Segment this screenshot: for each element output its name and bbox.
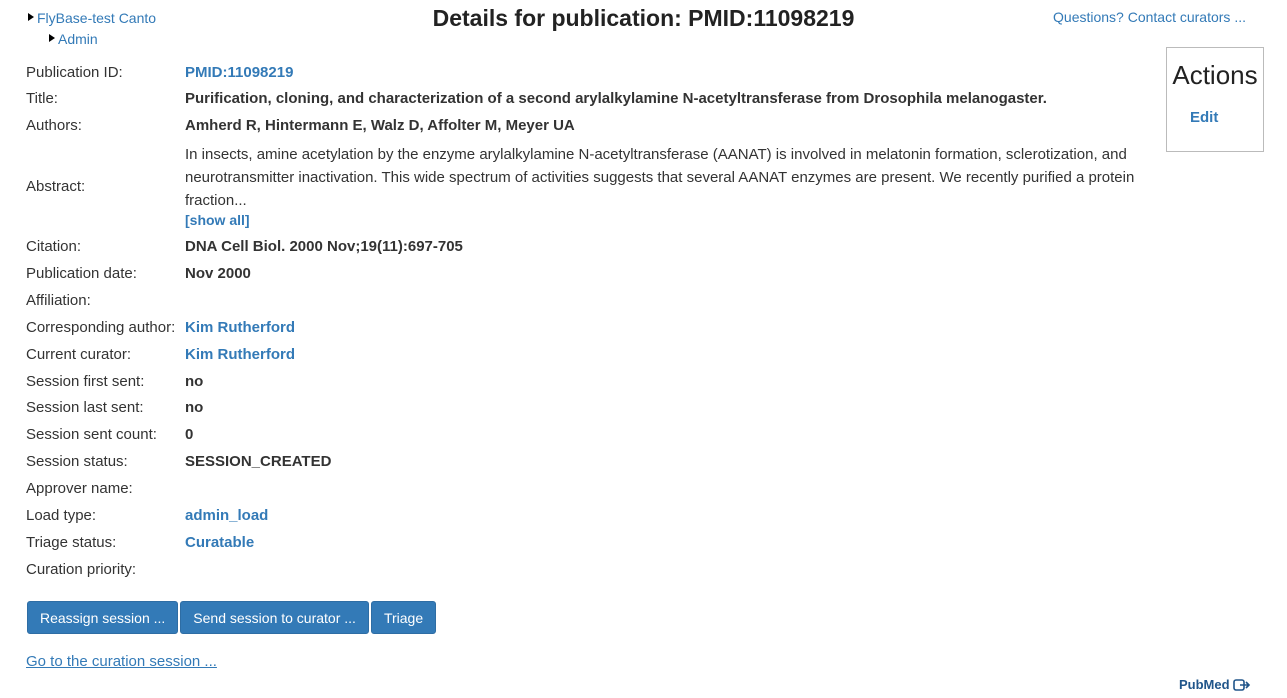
detail-row-citation: Citation: DNA Cell Biol. 2000 Nov;19(11):… (26, 233, 1156, 260)
detail-value: 0 (185, 426, 194, 443)
actions-panel: Actions Edit (1166, 47, 1264, 152)
detail-row-session-status: Session status: SESSION_CREATED (26, 448, 1156, 475)
detail-row-current-curator: Current curator: Kim Rutherford (26, 341, 1156, 368)
detail-value: PMID:11098219 (185, 64, 1156, 81)
detail-row-session-first-sent: Session first sent: no (26, 368, 1156, 394)
detail-label: Curation priority: (26, 561, 137, 578)
show-all-abstract-link[interactable]: [show all] (185, 212, 250, 228)
detail-label: Publication ID: (26, 63, 123, 81)
triage-button[interactable]: Triage (370, 601, 437, 634)
action-buttons: Reassign session ... Send session to cur… (27, 601, 437, 634)
detail-value: Kim Rutherford (185, 346, 1156, 363)
pubmed-logo-text: PubMed (1179, 677, 1230, 692)
external-link-icon (1232, 678, 1250, 691)
pubmed-logo-link[interactable]: PubMed (1179, 677, 1251, 692)
actions-title: Actions (1172, 60, 1258, 90)
breadcrumb-item: Admin (49, 29, 156, 50)
reassign-session-button[interactable]: Reassign session ... (27, 601, 179, 634)
corresponding-author-link[interactable]: Kim Rutherford (185, 319, 295, 336)
detail-label: Authors: (26, 117, 82, 134)
go-to-curation-session-link[interactable]: Go to the curation session ... (26, 653, 217, 670)
detail-row-abstract: Abstract: In insects, amine acetylation b… (26, 139, 1156, 233)
detail-row-authors: Authors: Amherd R, Hintermann E, Walz D, … (26, 112, 1156, 139)
publication-id-link[interactable]: PMID:11098219 (185, 64, 293, 81)
detail-value: Nov 2000 (185, 265, 251, 282)
detail-row-publication-id: Publication ID: PMID:11098219 (26, 59, 1156, 85)
detail-value: no (185, 372, 204, 390)
detail-label: Load type: (26, 507, 97, 524)
publication-details: Publication ID: PMID:11098219 Title: Purifi… (26, 59, 1156, 583)
detail-label: Session last sent: (26, 399, 144, 416)
send-to-curator-button[interactable]: Send session to curator ... (180, 601, 369, 634)
triage-status-link[interactable]: Curatable (185, 534, 254, 551)
detail-label: Citation: (26, 238, 82, 255)
caret-right-icon (49, 33, 55, 42)
detail-value: Curatable (185, 534, 1156, 551)
load-type-link[interactable]: admin_load (185, 507, 268, 524)
detail-value: admin_load (185, 507, 1156, 524)
detail-row-session-sent-count: Session sent count: 0 (26, 421, 1156, 448)
breadcrumb-link-admin[interactable]: Admin (58, 29, 98, 50)
detail-label: Triage status: (26, 534, 117, 551)
detail-value: DNA Cell Biol. 2000 Nov;19(11):697-705 (185, 238, 463, 255)
detail-label: Session status: (26, 453, 128, 470)
detail-label: Affiliation: (26, 292, 91, 309)
detail-row-triage-status: Triage status: Curatable (26, 529, 1156, 556)
detail-value: Purification, cloning, and characterizat… (185, 90, 1047, 107)
detail-row-session-last-sent: Session last sent: no (26, 394, 1156, 421)
detail-value: Amherd R, Hintermann E, Walz D, Affolter… (185, 117, 575, 134)
detail-row-corresponding-author: Corresponding author: Kim Rutherford (26, 314, 1156, 341)
detail-label: Session first sent: (26, 372, 145, 390)
detail-label: Corresponding author: (26, 319, 176, 336)
current-curator-link[interactable]: Kim Rutherford (185, 346, 295, 363)
contact-curators-link[interactable]: Questions? Contact curators ... (1053, 9, 1246, 25)
detail-label: Approver name: (26, 480, 133, 497)
detail-row-approver-name: Approver name: (26, 475, 1156, 502)
detail-label: Publication date: (26, 265, 137, 282)
detail-row-affiliation: Affiliation: (26, 287, 1156, 314)
detail-row-publication-date: Publication date: Nov 2000 (26, 260, 1156, 287)
detail-value: SESSION_CREATED (185, 453, 332, 470)
detail-row-title: Title: Purification, cloning, and charact… (26, 85, 1156, 112)
detail-label: Session sent count: (26, 426, 157, 443)
detail-label: Title: (26, 90, 58, 107)
edit-link[interactable]: Edit (1190, 109, 1263, 126)
detail-value: Kim Rutherford (185, 319, 1156, 336)
detail-value: no (185, 399, 204, 416)
detail-row-load-type: Load type: admin_load (26, 502, 1156, 529)
detail-value: In insects, amine acetylation by the enz… (185, 143, 1156, 229)
abstract-text: In insects, amine acetylation by the enz… (185, 146, 1135, 209)
detail-row-curation-priority: Curation priority: (26, 556, 1156, 583)
detail-label: Abstract: (26, 177, 86, 195)
detail-label: Current curator: (26, 346, 132, 363)
